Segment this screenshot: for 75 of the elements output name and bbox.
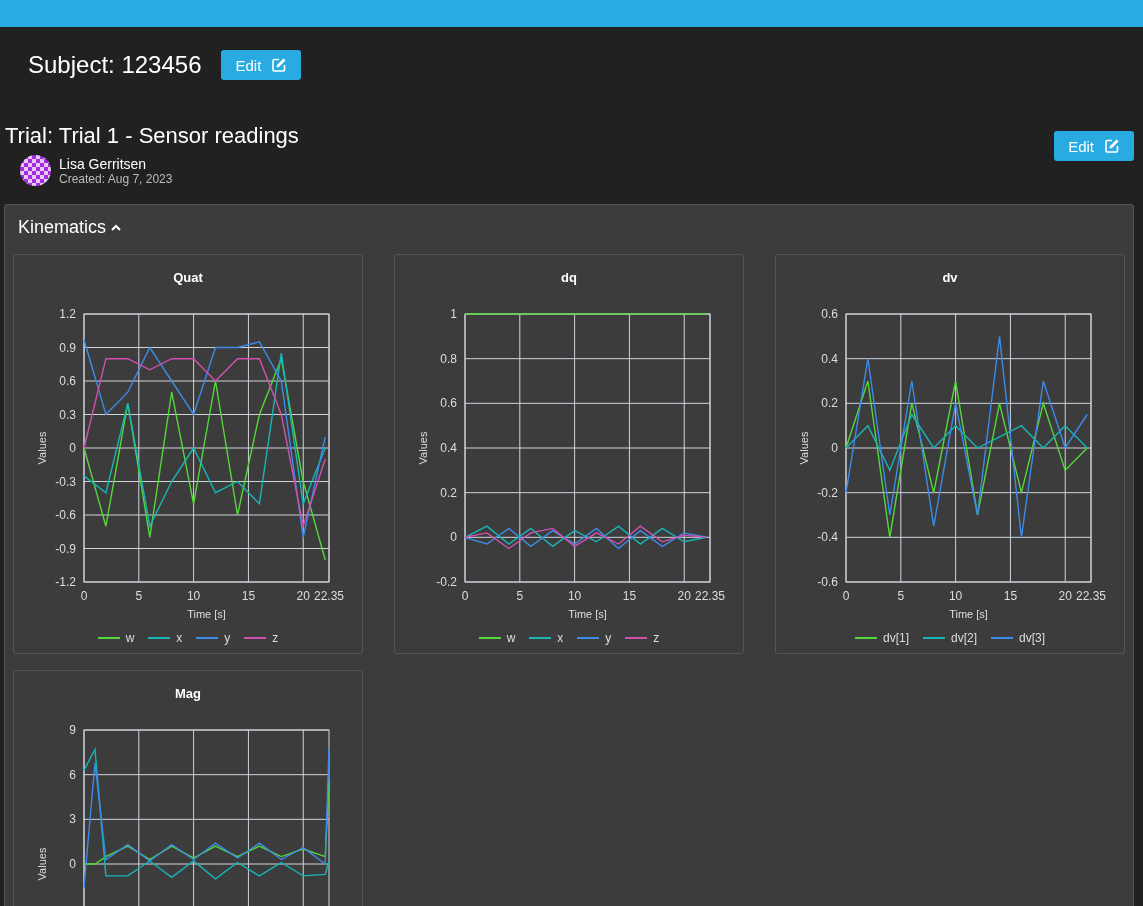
x-tick-label: 22.35 [695,589,725,603]
y-axis-label: Values [36,431,48,465]
y-axis-label: Values [36,847,48,881]
legend-item[interactable]: w [97,631,135,645]
y-tick-label: -0.2 [817,485,838,500]
legend-item[interactable]: dv[1] [854,631,909,645]
y-tick-label: 0.2 [821,396,838,411]
x-tick-label: 20 [677,589,691,603]
avatar-icon [20,155,51,186]
subject-title: Subject: 123456 [28,51,202,79]
x-tick-label: 5 [135,589,143,603]
x-tick-label: 0 [842,589,850,603]
x-tick-label: 22.35 [1076,589,1106,603]
chart-title: dq [560,269,578,287]
y-tick-label: 0.3 [59,407,76,422]
y-tick-label: 3 [69,812,76,827]
y-tick-label: 0.4 [440,441,457,455]
section-toggle[interactable]: Kinematics [13,205,123,254]
x-tick-label: 10 [948,589,963,603]
x-tick-label: 15 [241,589,256,603]
y-tick-label: 0.6 [59,374,76,388]
x-tick-label: 20 [1058,589,1072,603]
legend-item[interactable]: z [244,631,279,645]
y-tick-label: 0 [831,441,838,455]
y-tick-label: 0.9 [59,340,76,355]
legend-item[interactable]: dv[2] [923,631,977,645]
y-tick-label: -0.9 [55,541,76,556]
y-tick-label: -0.6 [55,508,76,522]
y-tick-label: 0 [69,441,76,455]
legend-item[interactable]: z [625,631,660,645]
chart-title: Quat [172,269,204,287]
x-tick-label: 0 [461,589,469,603]
y-tick-label: 0.2 [440,485,457,500]
y-tick-label: 0.6 [440,396,457,411]
edit-icon [271,57,288,73]
x-axis-label: Time [s] [568,608,607,620]
trial-title: Trial: Trial 1 - Sensor readings [5,123,299,149]
y-axis-label: Values [798,431,810,465]
x-tick-label: 5 [516,589,524,603]
legend-item[interactable]: x [529,631,564,645]
x-tick-label: 5 [897,589,905,603]
author-name: Lisa Gerritsen [59,155,148,172]
y-tick-label: -0.2 [436,575,457,589]
legend-item[interactable]: y [577,631,612,645]
legend-item[interactable]: x [148,631,183,645]
chart-title: dv [941,269,959,287]
y-axis-label: Values [417,431,429,465]
legend-item[interactable]: y [196,631,231,645]
y-tick-label: 0.6 [821,307,838,321]
y-tick-label: -1.2 [55,575,76,589]
y-tick-label: 0 [450,530,457,545]
x-tick-label: 22.35 [314,589,344,603]
created-date: Created: Aug 7, 2023 [59,171,173,186]
y-tick-label: -0.6 [817,575,838,589]
x-tick-label: 20 [296,589,310,603]
x-tick-label: 10 [567,589,582,603]
edit-icon [1104,138,1120,154]
x-axis-label: Time [s] [187,608,226,620]
y-tick-label: 1.2 [59,307,76,321]
legend-item[interactable]: dv[3] [991,631,1045,645]
y-tick-label: 9 [69,723,76,737]
legend-item[interactable]: w [478,631,516,645]
y-tick-label: 1 [450,307,457,321]
x-tick-label: 15 [622,589,637,603]
y-tick-label: 0 [69,857,76,871]
y-tick-label: 0.8 [440,351,457,366]
chart-title: Mag [174,685,202,703]
x-axis-label: Time [s] [949,608,988,620]
x-tick-label: 0 [80,589,88,603]
x-tick-label: 10 [186,589,201,603]
y-tick-label: -0.3 [55,474,76,489]
y-tick-label: -0.4 [817,530,838,545]
y-tick-label: 6 [69,767,76,782]
y-tick-label: 0.4 [821,351,838,366]
x-tick-label: 15 [1003,589,1018,603]
